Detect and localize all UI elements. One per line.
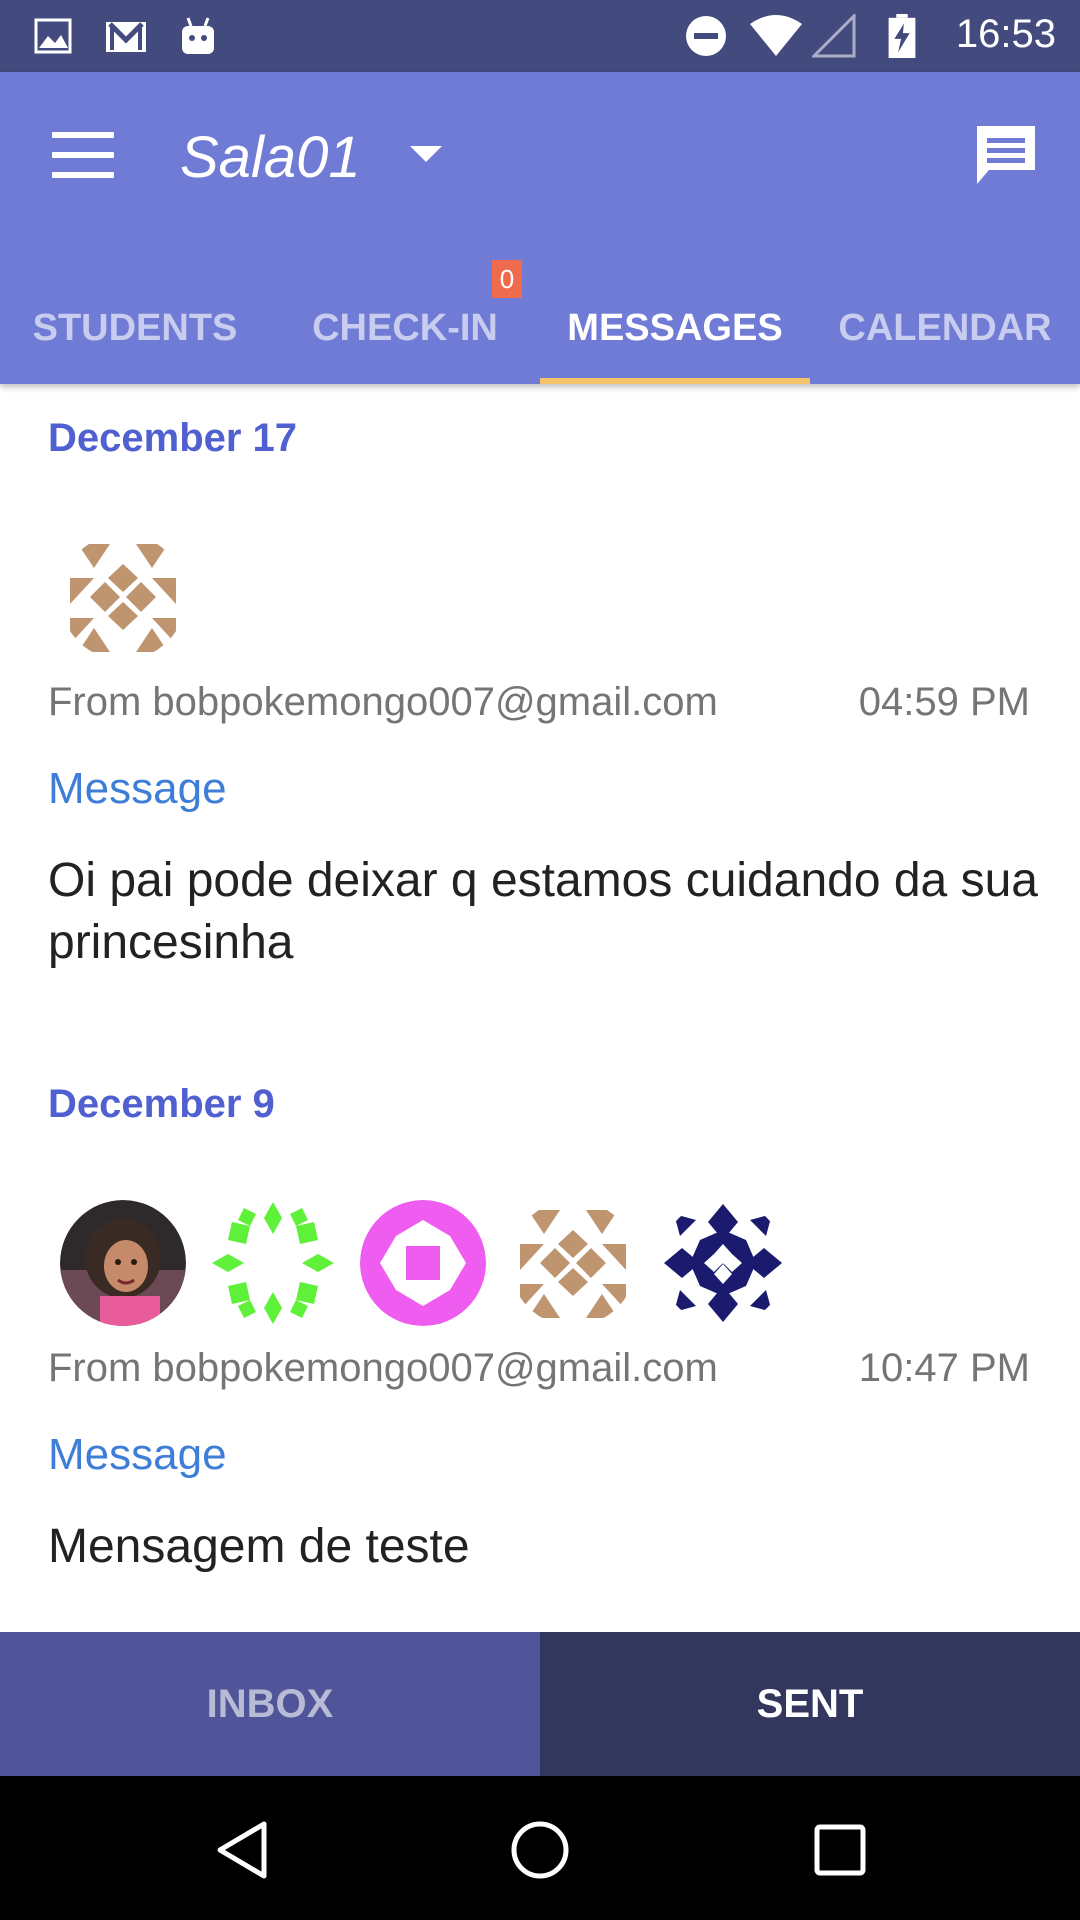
message-body: Oi pai pode deixar q estamos cuidando da… xyxy=(48,854,1038,969)
status-bar: 16:53 xyxy=(0,0,1080,72)
message-label: Message xyxy=(48,764,227,813)
tab-inbox[interactable]: INBOX xyxy=(0,1632,540,1776)
image-icon xyxy=(34,18,72,54)
message-label: Message xyxy=(48,1430,227,1479)
message-time: 04:59 PM xyxy=(858,680,1030,724)
avatar[interactable] xyxy=(660,1200,786,1326)
date-header: December 9 xyxy=(48,1082,275,1126)
tab-indicator xyxy=(540,378,810,384)
chevron-down-icon[interactable] xyxy=(410,146,442,162)
wifi-icon xyxy=(750,15,802,56)
bottom-tab-bar: INBOX SENT xyxy=(0,1632,1080,1776)
gmail-icon xyxy=(106,22,146,52)
avatar[interactable] xyxy=(360,1200,486,1326)
check-in-badge: 0 xyxy=(492,260,522,298)
battery-charging-icon xyxy=(888,14,916,58)
avatar[interactable] xyxy=(510,1200,636,1326)
message-body: Mensagem de teste xyxy=(48,1520,470,1573)
tab-students[interactable]: STUDENTS xyxy=(0,272,270,384)
back-icon[interactable] xyxy=(214,1820,270,1880)
tab-messages[interactable]: MESSAGES xyxy=(540,272,810,384)
hamburger-icon[interactable] xyxy=(52,132,114,182)
status-time: 16:53 xyxy=(955,12,1056,56)
recents-icon[interactable] xyxy=(814,1824,866,1876)
sender: From bobpokemongo007@gmail.com xyxy=(48,680,718,724)
android-icon xyxy=(182,17,214,54)
app-bar: Sala01 STUDENTS CHECK-IN MESSAGES CALEND… xyxy=(0,72,1080,384)
system-nav-bar xyxy=(0,1776,1080,1920)
message-time: 10:47 PM xyxy=(858,1346,1030,1390)
home-icon[interactable] xyxy=(510,1820,570,1880)
date-header: December 17 xyxy=(48,416,298,460)
avatar[interactable] xyxy=(60,1200,186,1326)
tab-sent[interactable]: SENT xyxy=(540,1632,1080,1776)
tab-bar: STUDENTS CHECK-IN MESSAGES CALENDAR xyxy=(0,272,1080,384)
dnd-icon xyxy=(686,16,726,56)
avatar[interactable] xyxy=(60,534,186,660)
sender: From bobpokemongo007@gmail.com xyxy=(48,1346,718,1390)
room-title[interactable]: Sala01 xyxy=(180,124,361,191)
chat-message-icon[interactable] xyxy=(975,124,1037,186)
avatar[interactable] xyxy=(210,1200,336,1326)
tab-calendar[interactable]: CALENDAR xyxy=(810,272,1080,384)
signal-icon xyxy=(812,14,856,58)
